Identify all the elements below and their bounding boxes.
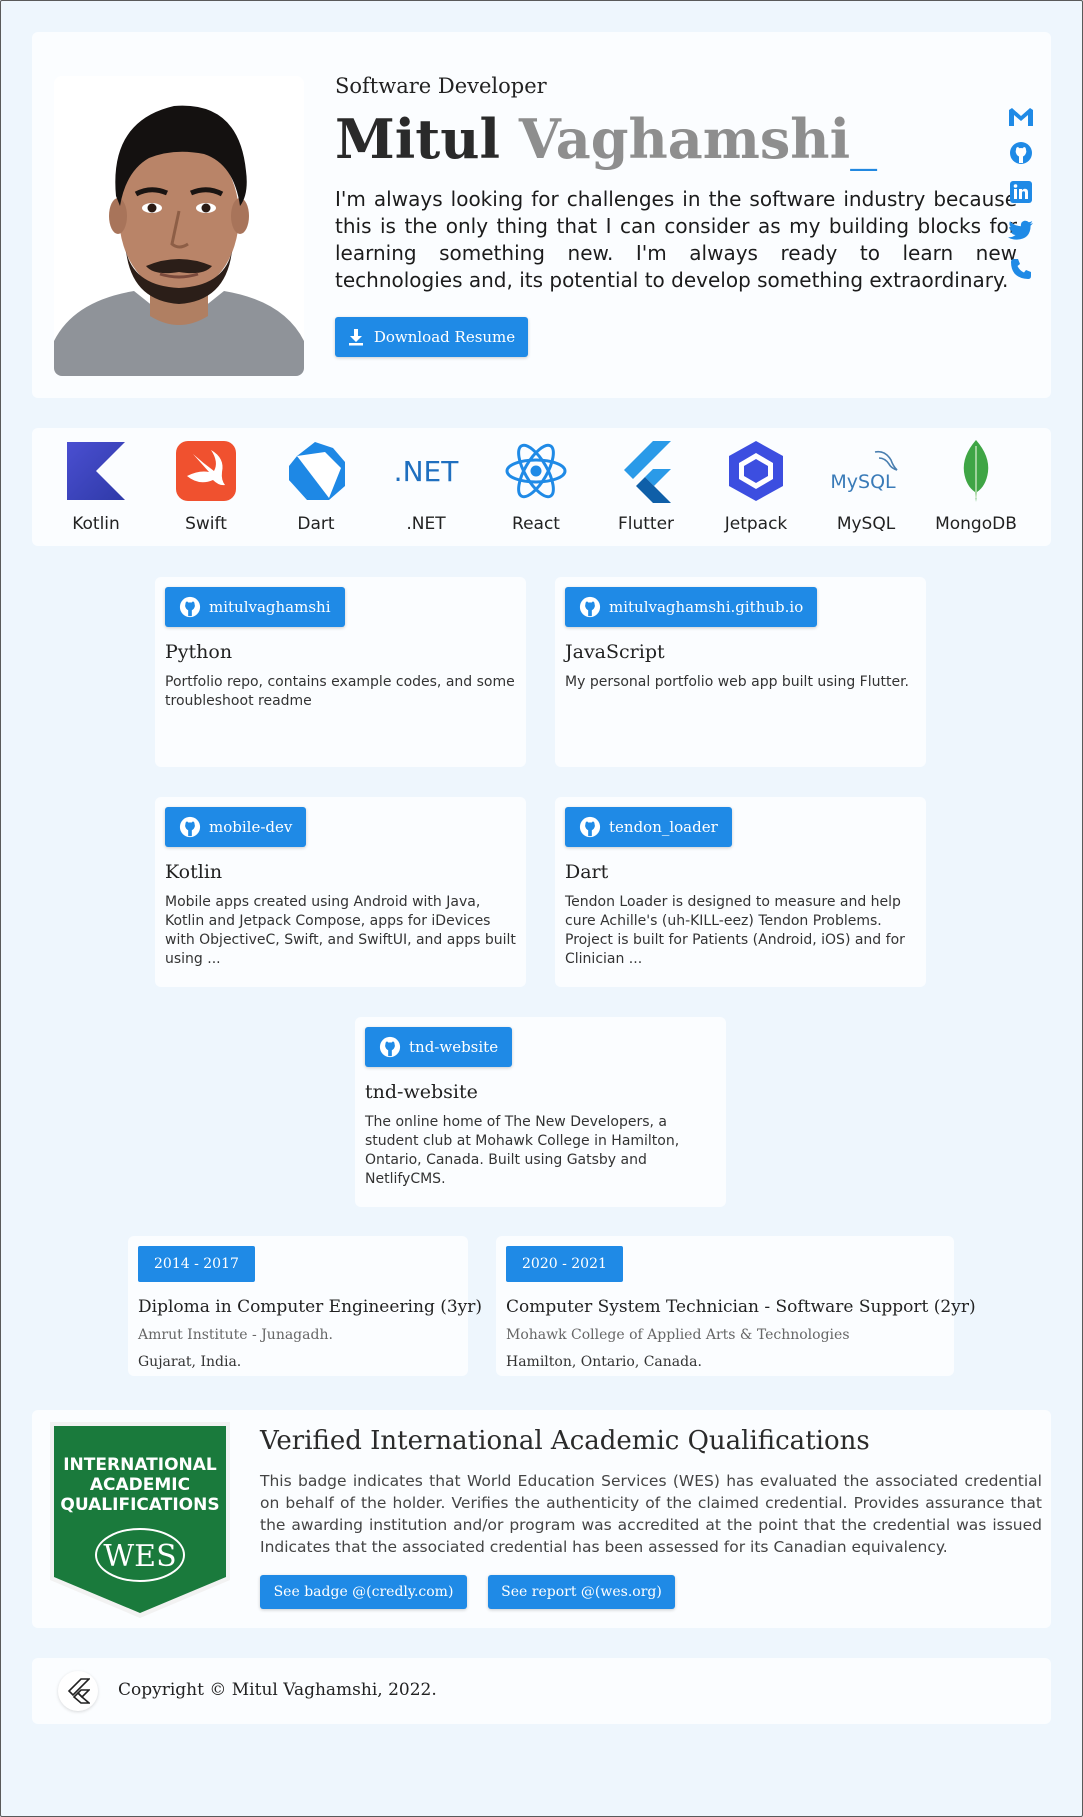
svg-text:ACADEMIC: ACADEMIC [90,1475,190,1495]
hero-card: Software Developer Mitul Vaghamshi_ I'm … [32,32,1051,398]
skill-label: MongoDB [935,514,1017,534]
skill-swift: Swift [156,436,256,546]
repo-card[interactable]: tnd-website tnd-website The online home … [355,1017,726,1207]
skill-label: .NET [406,514,446,534]
repo-name: mitulvaghamshi.github.io [609,598,804,616]
svg-text:QUALIFICATIONS: QUALIFICATIONS [60,1495,219,1515]
github-icon [579,596,601,618]
swift-icon [171,436,241,506]
dotnet-icon: .NET [391,436,461,506]
typing-cursor: _ [850,108,878,171]
skill-kotlin: Kotlin [46,436,146,546]
last-name: Vaghamshi [518,107,851,171]
repo-link-button[interactable]: mitulvaghamshi.github.io [565,587,818,627]
repo-link-button[interactable]: tendon_loader [565,807,732,847]
twitter-icon[interactable] [1006,216,1036,246]
education-degree: Computer System Technician - Software Su… [506,1297,976,1317]
repo-card[interactable]: tendon_loader Dart Tendon Loader is desi… [555,797,926,987]
education-location: Hamilton, Ontario, Canada. [506,1354,702,1370]
github-icon [179,596,201,618]
repo-link-button[interactable]: tnd-website [365,1027,513,1067]
skills-card: Kotlin Swift Dart .NET .NET React Flutte… [32,428,1051,546]
dart-icon [281,436,351,506]
education-card: 2020 - 2021 Computer System Technician -… [496,1236,976,1376]
repo-language: Kotlin [165,861,223,883]
repo-link-button[interactable]: mitulvaghamshi [165,587,345,627]
skill-flutter: Flutter [596,436,696,546]
repo-card[interactable]: mobile-dev Kotlin Mobile apps created us… [155,797,526,987]
education-years: 2014 - 2017 [138,1246,255,1282]
svg-text:INTERNATIONAL: INTERNATIONAL [63,1455,217,1475]
skill-jetpack: Jetpack [706,436,806,546]
see-badge-button[interactable]: See badge @(credly.com) [260,1575,467,1609]
phone-icon[interactable] [1006,254,1036,284]
repo-language: Dart [565,861,609,883]
linkedin-icon[interactable] [1006,177,1036,207]
wes-title: Verified International Academic Qualific… [260,1426,870,1456]
skill-label: Dart [297,514,335,534]
repo-description: Tendon Loader is designed to measure and… [565,894,905,967]
repo-card[interactable]: mitulvaghamshi.github.io JavaScript My p… [555,577,926,767]
skill-label: Flutter [617,514,675,534]
flutter-icon [611,436,681,506]
download-resume-button[interactable]: Download Resume [335,317,528,357]
bio-text: I'm always looking for challenges in the… [335,187,1017,292]
first-name: Mitul [335,107,501,171]
name-heading: Mitul Vaghamshi_ [335,104,877,175]
repo-card[interactable]: mitulvaghamshi Python Portfolio repo, co… [155,577,526,767]
jetpack-icon [721,436,791,506]
mysql-logo-text: MySQL [831,471,896,493]
footer: Copyright © Mitul Vaghamshi, 2022. [32,1658,1051,1724]
wes-card: INTERNATIONAL ACADEMIC QUALIFICATIONS WE… [32,1410,1051,1628]
copyright-text: Copyright © Mitul Vaghamshi, 2022. [118,1680,437,1700]
skill-label: React [512,514,560,534]
gmail-icon[interactable] [1006,102,1036,132]
skill-dart: Dart [266,436,366,546]
github-icon [379,1036,401,1058]
repo-language: JavaScript [565,641,665,663]
repo-description: The online home of The New Developers, a… [365,1114,680,1187]
education-institute: Amrut Institute - Junagadh. [138,1327,333,1343]
skill-label: Jetpack [724,514,788,534]
skill-mongodb: MongoDB [926,436,1026,546]
download-icon [348,329,363,346]
repo-name: mitulvaghamshi [209,598,331,616]
download-resume-label: Download Resume [373,328,516,346]
repo-language: Python [165,641,233,663]
see-report-button[interactable]: See report @(wes.org) [488,1575,675,1609]
repo-language: tnd-website [365,1081,478,1103]
repo-name: tnd-website [409,1038,499,1056]
wes-badge: INTERNATIONAL ACADEMIC QUALIFICATIONS WE… [48,1420,232,1620]
repo-link-button[interactable]: mobile-dev [165,807,307,847]
education-years: 2020 - 2021 [506,1246,623,1282]
react-icon [501,436,571,506]
skill-label: Kotlin [72,514,120,534]
education-institute: Mohawk College of Applied Arts & Technol… [506,1327,850,1343]
education-card: 2014 - 2017 Diploma in Computer Engineer… [128,1236,482,1376]
repo-name: mobile-dev [209,818,293,836]
skill-label: Swift [185,514,227,534]
skill-react: React [486,436,586,546]
education-degree: Diploma in Computer Engineering (3yr) [138,1297,483,1317]
wes-description: This badge indicates that World Educatio… [260,1472,1042,1556]
repo-description: My personal portfolio web app built usin… [565,674,909,690]
education-location: Gujarat, India. [138,1354,242,1370]
profile-photo [54,76,304,376]
role-title: Software Developer [335,74,547,98]
kotlin-icon [61,436,131,506]
skill-mysql: MySQL MySQL [816,436,916,546]
github-icon[interactable] [1006,138,1036,168]
skill-dotnet: .NET .NET [376,436,476,546]
repo-description: Mobile apps created using Android with J… [165,894,516,967]
repo-name: tendon_loader [609,818,718,836]
mongodb-icon [941,436,1011,506]
github-icon [579,816,601,838]
flutter-logo-icon [58,1671,98,1711]
repo-description: Portfolio repo, contains example codes, … [165,674,515,709]
dotnet-logo-text: .NET [394,455,460,488]
skill-label: MySQL [836,514,896,534]
github-icon [179,816,201,838]
mysql-icon: MySQL [831,436,901,506]
svg-text:WES: WES [103,1539,176,1574]
